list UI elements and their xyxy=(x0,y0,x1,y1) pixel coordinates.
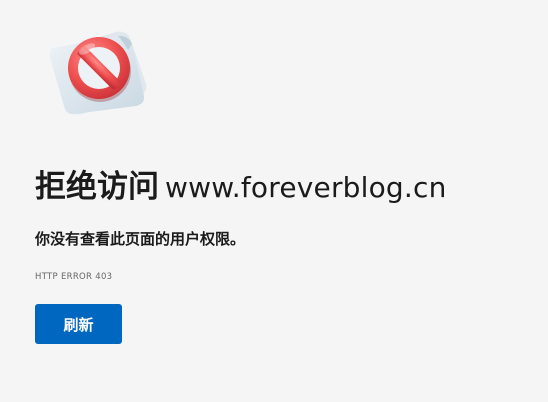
permission-message: 你没有查看此页面的用户权限。 xyxy=(35,230,246,248)
hostname: www.foreverblog.cn xyxy=(165,171,447,204)
error-page: 拒绝访问 www.foreverblog.cn 你没有查看此页面的用户权限。 HT… xyxy=(0,0,548,402)
page-title: 拒绝访问 www.foreverblog.cn xyxy=(35,166,447,208)
blocked-document-icon xyxy=(49,31,147,115)
error-code: HTTP ERROR 403 xyxy=(35,272,113,282)
refresh-button[interactable]: 刷新 xyxy=(35,304,122,344)
access-denied-heading: 拒绝访问 xyxy=(35,169,159,205)
